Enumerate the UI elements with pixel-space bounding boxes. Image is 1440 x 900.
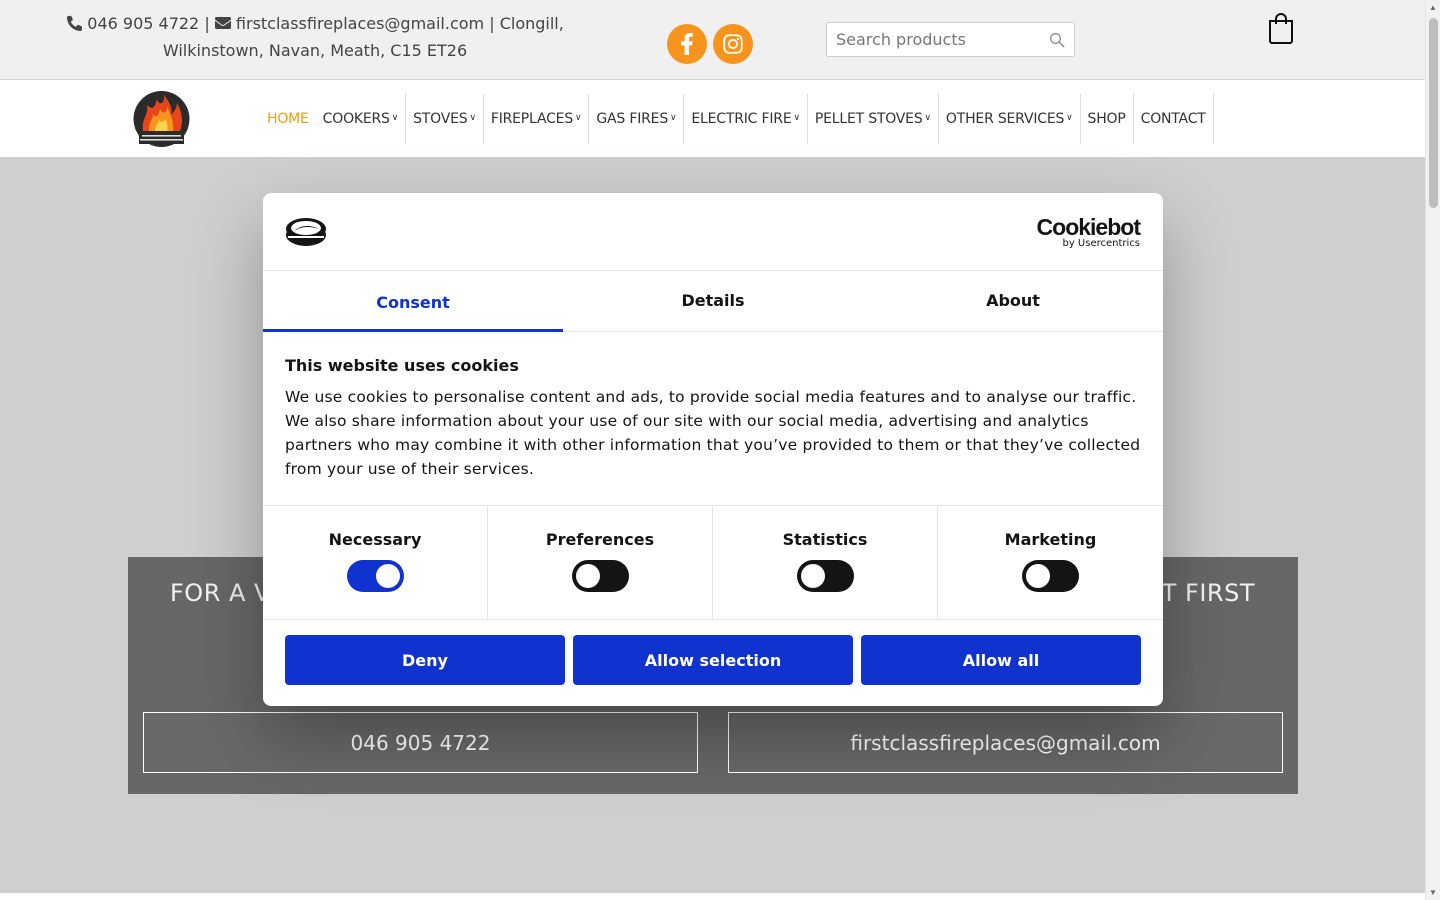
chevron-down-icon: ∨ (1066, 113, 1073, 123)
tab-details[interactable]: Details (563, 271, 863, 331)
product-search (826, 22, 1075, 57)
category-preferences: Preferences (488, 506, 713, 619)
cookiebot-brand: Cookiebot by Usercentrics (1036, 214, 1141, 249)
scroll-up-icon[interactable]: ▲ (1429, 3, 1437, 12)
nav-item-shop[interactable]: SHOP (1081, 94, 1134, 144)
flame-logo[interactable] (133, 89, 190, 149)
address-line-1: Clongill, (499, 14, 564, 33)
envelope-icon (214, 14, 231, 33)
chevron-down-icon: ∨ (924, 113, 932, 123)
dialog-title: This website uses cookies (285, 356, 519, 375)
category-statistics: Statistics (713, 506, 938, 619)
nav-item-gas-fires[interactable]: GAS FIRES ∨ (589, 94, 685, 144)
contact-info: 046 905 4722 | firstclassfireplaces@gmai… (60, 10, 570, 64)
tab-about[interactable]: About (863, 271, 1163, 331)
chevron-down-icon: ∨ (670, 113, 677, 123)
dialog-description: We use cookies to personalise content an… (285, 388, 1141, 478)
cookiebot-logo (286, 218, 326, 246)
allow-all-button[interactable]: Allow all (861, 635, 1141, 685)
instagram-icon (723, 34, 743, 54)
category-marketing: Marketing (938, 506, 1163, 619)
necessary-toggle[interactable] (346, 560, 404, 592)
instagram-button[interactable] (713, 24, 753, 64)
nav-item-fireplaces[interactable]: FIREPLACES ∨ (484, 94, 590, 144)
marketing-toggle[interactable] (1022, 560, 1079, 592)
chevron-down-icon: ∨ (469, 113, 476, 123)
allow-selection-button[interactable]: Allow selection (573, 635, 853, 685)
phone-number[interactable]: 046 905 4722 (87, 14, 199, 33)
nav-item-pellet-stoves[interactable]: PELLET STOVES ∨ (808, 94, 939, 144)
dialog-tabs: Consent Details About (263, 271, 1163, 332)
cookie-categories: Necessary Preferences Statistics Marketi… (263, 506, 1163, 620)
chevron-down-icon: ∨ (391, 113, 399, 123)
statistics-toggle[interactable] (796, 560, 854, 592)
email-cta-button[interactable]: firstclassfireplaces@gmail.com (728, 712, 1283, 773)
cookie-consent-dialog: Cookiebot by Usercentrics Consent Detail… (263, 193, 1163, 706)
top-bar: 046 905 4722 | firstclassfireplaces@gmai… (0, 0, 1425, 80)
deny-button[interactable]: Deny (285, 635, 565, 685)
nav-item-electric-fire[interactable]: ELECTRIC FIRE ∨ (684, 94, 808, 144)
page-bottom (0, 893, 1425, 900)
page-scrollbar[interactable]: ▲ ▼ (1425, 0, 1440, 900)
scrollbar-thumb[interactable] (1429, 18, 1438, 208)
tab-consent[interactable]: Consent (263, 271, 563, 332)
dialog-body: This website uses cookies We use cookies… (263, 332, 1163, 506)
phone-cta-button[interactable]: 046 905 4722 (143, 712, 698, 773)
facebook-icon (681, 33, 693, 55)
search-icon[interactable] (1048, 31, 1066, 49)
shopping-bag-icon[interactable] (1267, 12, 1295, 44)
dialog-header: Cookiebot by Usercentrics (263, 193, 1163, 271)
nav-item-cookers[interactable]: COOKERS ∨ (316, 94, 407, 144)
address-line-2: Wilkinstown, Navan, Meath, C15 ET26 (162, 41, 468, 60)
phone-icon (66, 14, 83, 33)
search-input[interactable] (827, 23, 1037, 56)
nav-item-home[interactable]: HOME (260, 94, 316, 144)
scroll-down-icon[interactable]: ▼ (1429, 888, 1437, 897)
nav-menu: HOME COOKERS ∨ STOVES ∨ FIREPLACES ∨ GAS FI… (260, 94, 1214, 144)
preferences-toggle[interactable] (571, 560, 629, 592)
category-necessary: Necessary (263, 506, 488, 619)
dialog-actions: Deny Allow selection Allow all (263, 620, 1163, 685)
email-link[interactable]: firstclassfireplaces@gmail.com (236, 14, 484, 33)
nav-item-contact[interactable]: CONTACT (1134, 94, 1214, 144)
nav-item-stoves[interactable]: STOVES ∨ (406, 94, 484, 144)
chevron-down-icon: ∨ (793, 113, 800, 123)
nav-item-other-services[interactable]: OTHER SERVICES ∨ (939, 94, 1081, 144)
facebook-button[interactable] (667, 24, 707, 64)
chevron-down-icon: ∨ (575, 113, 582, 123)
main-navigation: HOME COOKERS ∨ STOVES ∨ FIREPLACES ∨ GAS FI… (0, 80, 1425, 157)
